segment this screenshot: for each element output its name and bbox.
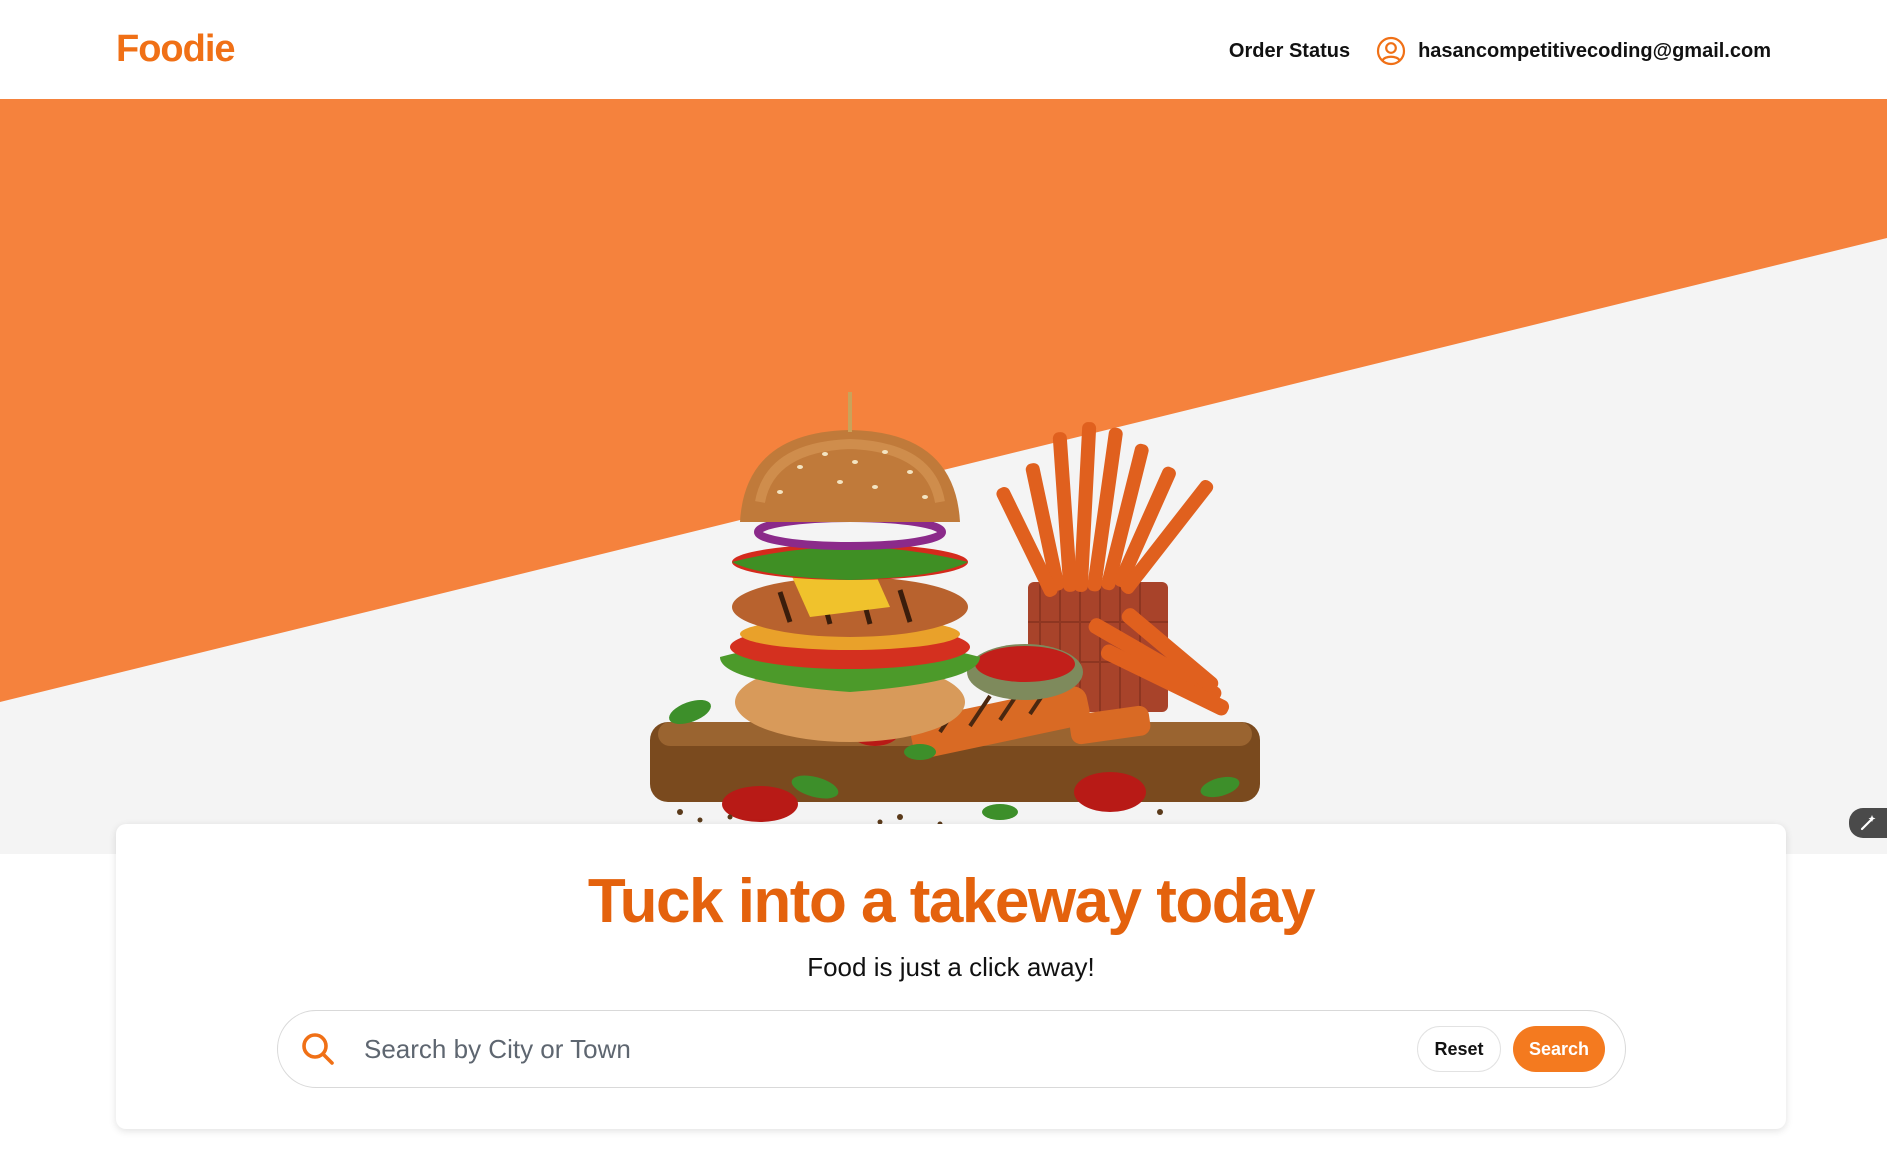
foodie-logo[interactable]: Foodie (116, 28, 236, 71)
order-status-link[interactable]: Order Status (1229, 40, 1350, 63)
hero-banner (0, 102, 1887, 854)
reset-button[interactable]: Reset (1417, 1026, 1501, 1072)
burger-and-fries-illustration (650, 392, 1260, 827)
top-navbar: Foodie Order Status hasancompetitivecodi… (0, 0, 1887, 102)
city-search-bar: Reset Search (277, 1010, 1626, 1088)
search-icon (302, 1033, 334, 1065)
search-button[interactable]: Search (1513, 1026, 1605, 1072)
nav-links: Order Status hasancompetitivecoding@gmai… (1229, 36, 1771, 66)
user-circle-icon (1376, 36, 1406, 66)
city-search-input[interactable] (364, 1027, 1364, 1071)
magic-wand-button[interactable] (1849, 808, 1887, 838)
search-card: Tuck into a takeway today Food is just a… (116, 824, 1786, 1129)
magic-wand-icon (1860, 815, 1876, 831)
user-email: hasancompetitivecoding@gmail.com (1418, 39, 1771, 62)
page-headline: Tuck into a takeway today (587, 867, 1316, 936)
user-menu[interactable]: hasancompetitivecoding@gmail.com (1376, 36, 1771, 66)
page-subtitle: Food is just a click away! (807, 952, 1095, 982)
